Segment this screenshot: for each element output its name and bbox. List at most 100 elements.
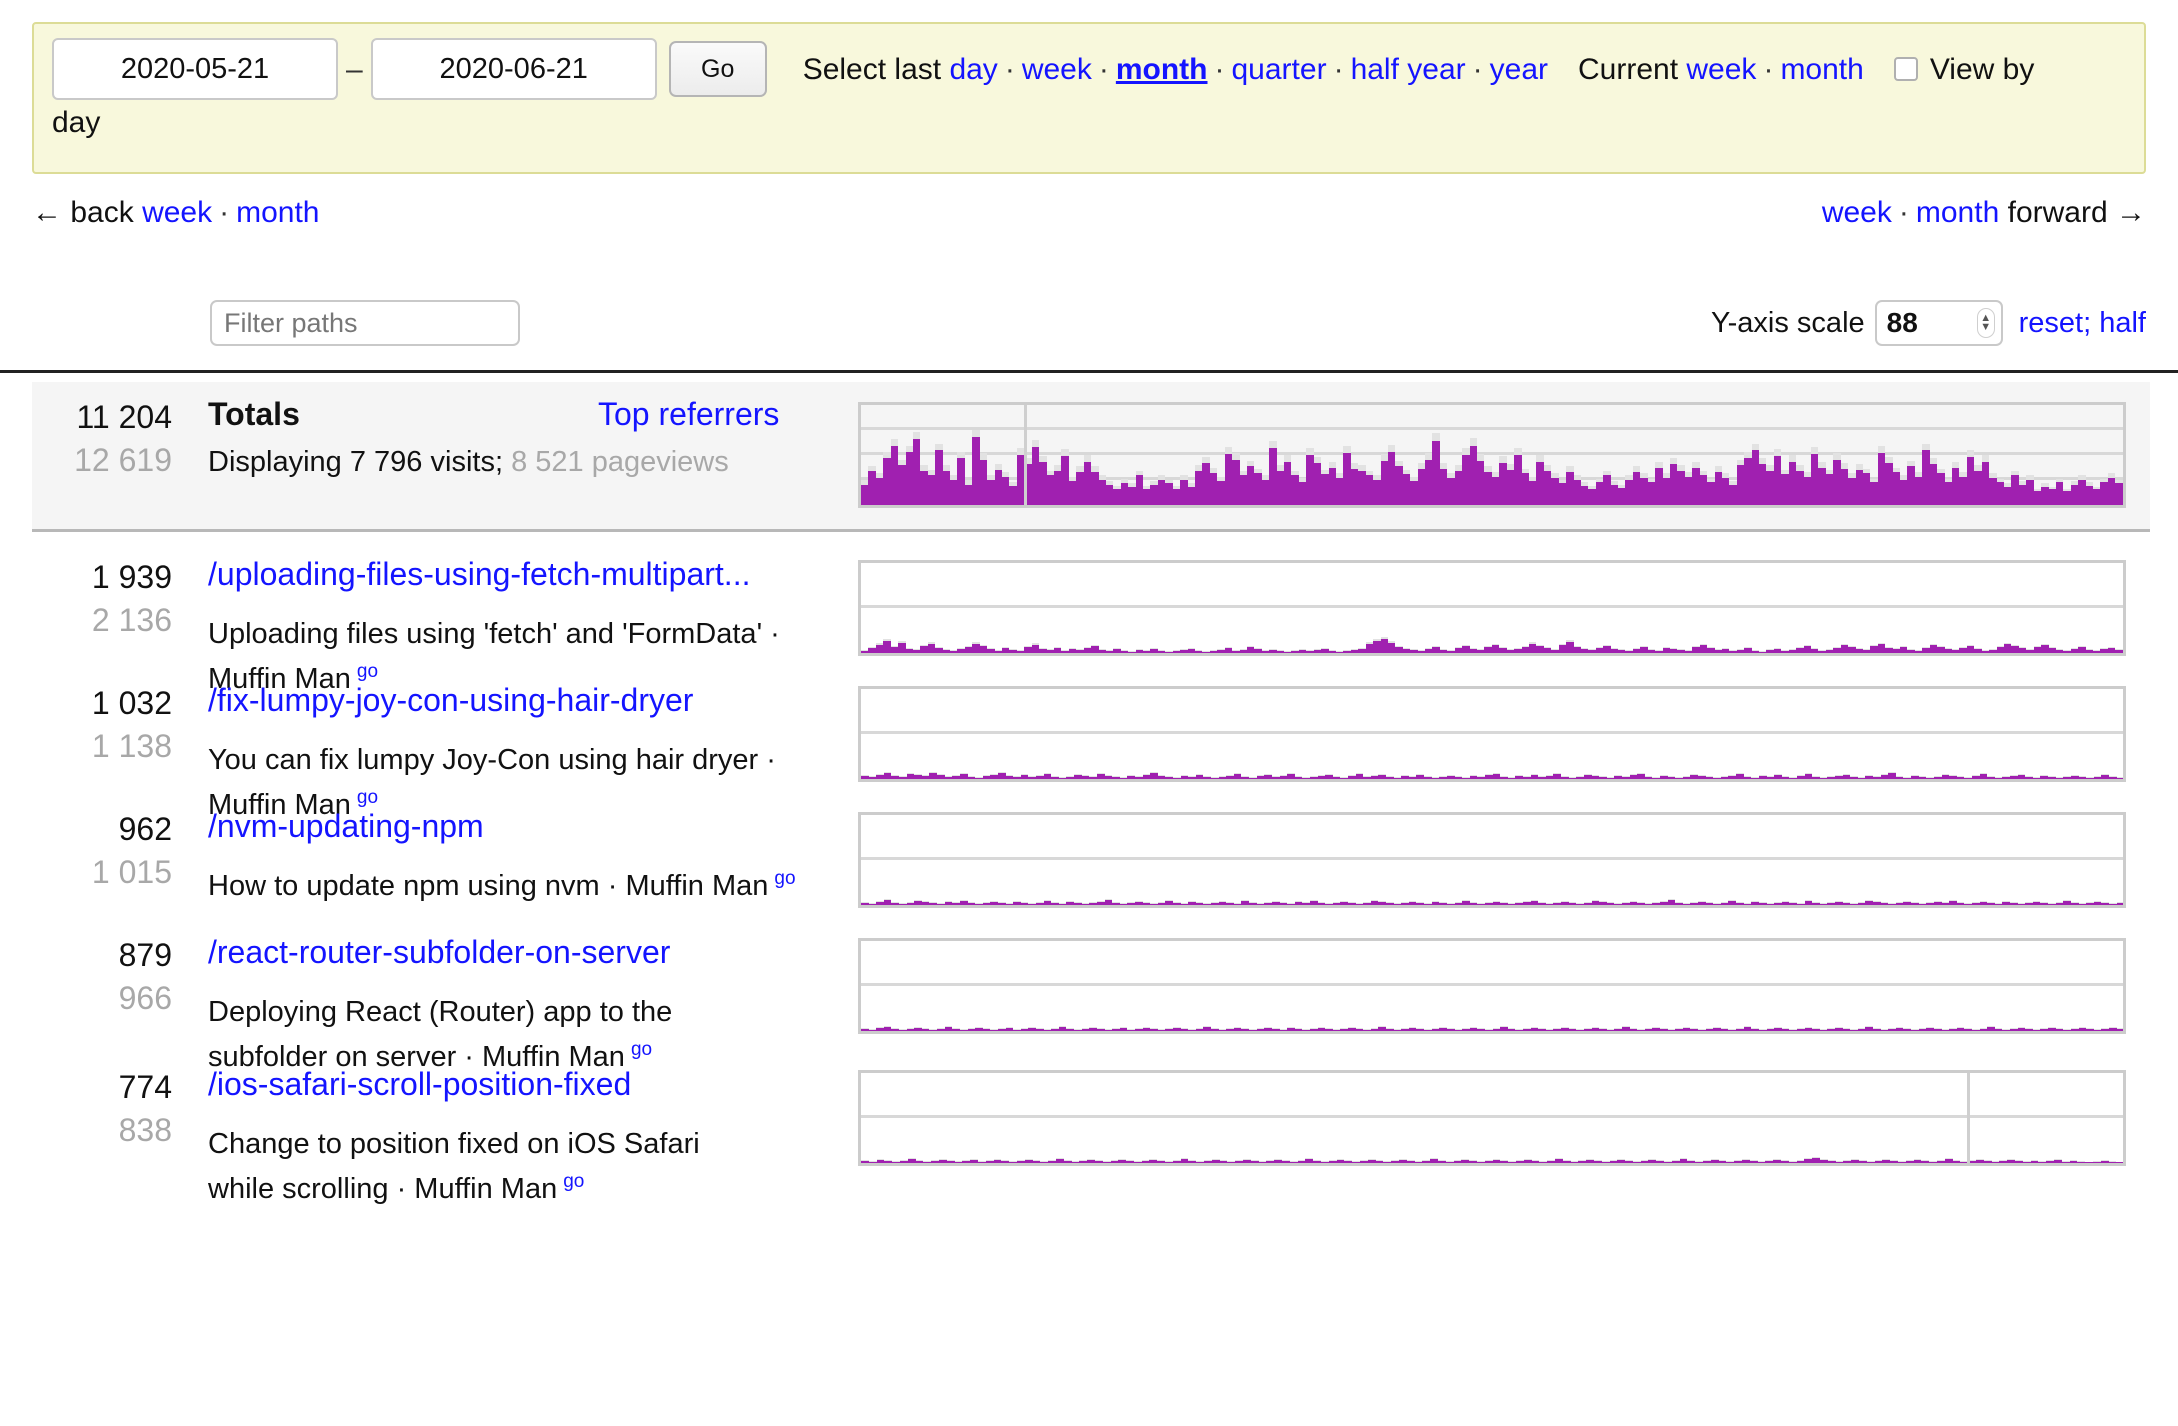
top-referrers-link-wrap: Top referrers	[598, 396, 779, 433]
totals-chart[interactable]	[858, 402, 2126, 508]
go-button[interactable]: Go	[668, 41, 767, 97]
reset-scale-link[interactable]: reset;	[2019, 307, 2092, 339]
chart-bar-column	[1601, 1073, 1610, 1163]
current-week-link[interactable]: week	[1686, 53, 1756, 86]
chart-bar-visits	[1929, 464, 1938, 505]
chart-bar-column	[1391, 1073, 1399, 1163]
row-path-link[interactable]: /fix-lumpy-joy-con-using-hair-dryer	[208, 682, 693, 718]
chart-bar-column	[1629, 941, 1638, 1031]
chart-bar-visits	[1882, 1159, 1891, 1163]
chart-bar-column	[891, 815, 900, 905]
chart-bar-column	[1573, 563, 1581, 653]
chart-bar-visits	[2055, 777, 2064, 779]
chart-bar-column	[929, 689, 938, 779]
row-path-link[interactable]: /react-router-subfolder-on-server	[208, 934, 670, 970]
chart-bar-visits	[1857, 777, 1866, 779]
row-chart[interactable]	[858, 560, 2126, 656]
chart-bar-visits	[1729, 650, 1737, 653]
chart-bar-column	[2116, 815, 2123, 905]
forward-month-link[interactable]: month	[1916, 196, 1999, 229]
chart-bar-visits	[1959, 476, 1967, 505]
chart-bar-visits	[1789, 777, 1797, 779]
chart-bar-column	[2101, 815, 2109, 905]
row-path-link[interactable]: /ios-safari-scroll-position-fixed	[208, 1066, 631, 1102]
chart-bar-column	[876, 689, 884, 779]
chart-bar-visits	[1110, 1160, 1119, 1163]
row-chart[interactable]	[858, 686, 2126, 782]
chart-bar-column	[1804, 941, 1813, 1031]
select-last-day-link[interactable]: day	[949, 53, 997, 86]
chart-bar-column	[1365, 405, 1374, 505]
top-referrers-link[interactable]: Top referrers	[598, 396, 779, 432]
chart-bar-visits	[1773, 648, 1782, 653]
chart-bar-visits	[1682, 903, 1691, 905]
chart-bar-column	[1363, 815, 1371, 905]
filter-paths-input[interactable]	[210, 300, 520, 346]
row-go-link[interactable]: go	[357, 661, 378, 682]
chart-bar-visits	[1521, 646, 1529, 653]
select-last-year-link[interactable]: year	[1490, 53, 1548, 86]
chart-bar-visits	[959, 1029, 968, 1031]
select-last-quarter-link[interactable]: quarter	[1232, 53, 1327, 86]
chart-bar-visits	[2055, 1028, 2064, 1031]
row-go-link[interactable]: go	[631, 1039, 652, 1060]
chart-bar-column	[1058, 941, 1067, 1031]
chart-bar-visits	[905, 451, 913, 505]
row-chart[interactable]	[858, 1070, 2126, 1166]
chart-bar-visits	[1076, 472, 1084, 505]
chart-bar-column	[1744, 563, 1752, 653]
chart-bar-column	[1827, 941, 1835, 1031]
chart-bar-visits	[1287, 773, 1295, 779]
chart-bar-column	[1996, 405, 2004, 505]
row-path-link-wrap: /ios-safari-scroll-position-fixed	[208, 1066, 631, 1103]
row-chart[interactable]	[858, 812, 2126, 908]
forward-week-link[interactable]: week	[1822, 196, 1892, 229]
stepper-arrows-icon[interactable]: ▲ ▼	[1976, 308, 1995, 338]
chart-gridline-vertical	[1967, 1073, 1971, 1163]
back-week-link[interactable]: week	[142, 196, 212, 229]
chart-bar-visits	[997, 902, 1006, 905]
chart-bar-column	[1545, 815, 1554, 905]
chart-bar-column	[929, 941, 938, 1031]
chart-bar-column	[1561, 689, 1569, 779]
chart-bar-column	[952, 689, 960, 779]
date-to-input[interactable]	[370, 38, 657, 100]
row-path-link[interactable]: /nvm-updating-npm	[208, 808, 484, 844]
row-chart[interactable]	[858, 938, 2126, 1034]
chart-bar-column	[1964, 689, 1972, 779]
back-month-link[interactable]: month	[236, 196, 319, 229]
view-by-checkbox[interactable]	[1893, 57, 1918, 81]
chart-bar-column	[1870, 405, 1878, 505]
chart-bar-visits	[1393, 777, 1402, 779]
chart-gridline-vertical	[1024, 405, 1028, 505]
chart-bar-visits	[1393, 1029, 1402, 1031]
chart-bar-column	[1705, 815, 1714, 905]
select-last-week-link[interactable]: week	[1022, 53, 1092, 86]
row-path-link[interactable]: /uploading-files-using-fetch-multipart..…	[208, 556, 750, 592]
date-from-input[interactable]	[52, 38, 338, 100]
chart-bar-visits	[1625, 650, 1633, 653]
chart-bar-column	[1773, 563, 1782, 653]
chart-bar-column	[876, 1073, 885, 1163]
chart-bar-column	[1350, 405, 1359, 505]
row-go-link[interactable]: go	[357, 787, 378, 808]
row-go-link[interactable]: go	[774, 868, 795, 889]
row-go-link[interactable]: go	[563, 1171, 584, 1192]
select-last-month-link[interactable]: month	[1116, 53, 1208, 86]
chart-bar-column	[990, 941, 998, 1031]
chart-bar-visits	[1751, 650, 1760, 653]
chart-bar-column	[1766, 815, 1775, 905]
chart-bar-visits	[929, 1029, 938, 1031]
chart-bar-visits	[2026, 649, 2034, 653]
select-last-halfyear-link[interactable]: half year	[1351, 53, 1466, 86]
current-month-link[interactable]: month	[1780, 53, 1863, 86]
chart-bar-column	[1609, 1073, 1618, 1163]
chart-bar-column	[914, 941, 922, 1031]
chart-bar-column	[1269, 405, 1277, 505]
chart-bar-visits	[1355, 1028, 1364, 1031]
back-nav-group: ← back week · month	[32, 196, 320, 230]
row-visits-count: 1 138	[91, 728, 172, 765]
chart-bar-visits	[2002, 776, 2011, 779]
half-scale-link[interactable]: half	[2099, 307, 2146, 339]
chart-bar-column	[1402, 563, 1411, 653]
